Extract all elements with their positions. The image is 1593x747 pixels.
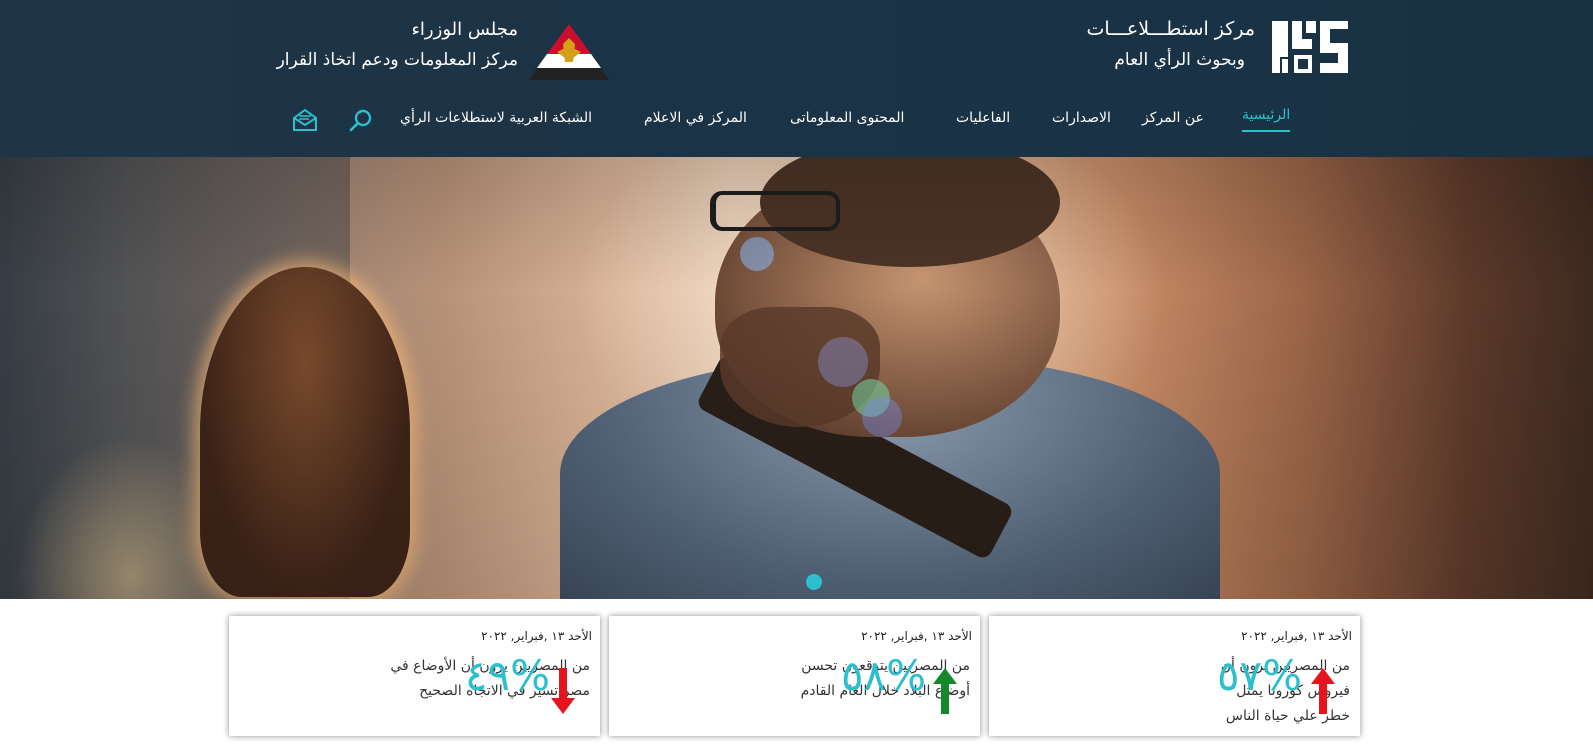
card-percent: ٥٧% bbox=[1217, 651, 1303, 700]
nav-item-info-content[interactable]: المحتوى المعلوماتى bbox=[790, 110, 904, 126]
poll-center-title: مركز استطـــلاعـــات bbox=[1086, 18, 1256, 40]
main-nav: الرئيسية عن المركز الاصدارات الفاعليات ا… bbox=[290, 104, 1300, 134]
idsc-title: مركز المعلومات ودعم اتخاذ القرار bbox=[276, 50, 518, 70]
card-percent: ٤٩% bbox=[465, 651, 551, 700]
nav-item-publications[interactable]: الاصدارات bbox=[1052, 110, 1111, 126]
nav-item-home[interactable]: الرئيسية bbox=[1242, 107, 1291, 132]
stat-card[interactable]: الأحد ١٣ ,فبراير, ٢٠٢٢ من المصريين يتوقع… bbox=[609, 616, 980, 736]
site-header: مركز استطـــلاعـــات وبحوث الرأي العام م… bbox=[0, 0, 1593, 157]
card-date: الأحد ١٣ ,فبراير, ٢٠٢٢ bbox=[481, 629, 592, 643]
arrow-up-icon bbox=[1311, 668, 1335, 714]
hero-banner-image bbox=[0, 157, 1593, 599]
mail-open-icon[interactable] bbox=[292, 108, 318, 132]
nav-item-media[interactable]: المركز في الاعلام bbox=[644, 110, 747, 126]
poll-center-subtitle: وبحوث الرأي العام bbox=[1114, 50, 1245, 70]
hero-shade bbox=[0, 157, 1593, 599]
stat-card[interactable]: الأحد ١٣ ,فبراير, ٢٠٢٢ من المصريين يرون … bbox=[229, 616, 600, 736]
slider-dot-active[interactable] bbox=[806, 574, 822, 590]
search-icon[interactable] bbox=[348, 108, 374, 132]
poll-center-logo-icon[interactable] bbox=[1268, 19, 1350, 75]
nav-item-about[interactable]: عن المركز bbox=[1142, 110, 1204, 126]
card-percent: ٥٨% bbox=[841, 651, 927, 700]
nav-item-events[interactable]: الفاعليات bbox=[956, 110, 1010, 126]
arrow-up-icon bbox=[933, 668, 957, 714]
card-date: الأحد ١٣ ,فبراير, ٢٠٢٢ bbox=[1241, 629, 1352, 643]
egypt-cabinet-logo-icon[interactable] bbox=[527, 22, 611, 82]
cabinet-title: مجلس الوزراء bbox=[411, 19, 518, 40]
stat-card[interactable]: الأحد ١٣ ,فبراير, ٢٠٢٢ من المصريين يرون … bbox=[989, 616, 1360, 736]
nav-item-arab-network[interactable]: الشبكة العربية لاستطلاعات الرأي bbox=[400, 110, 592, 126]
page: مركز استطـــلاعـــات وبحوث الرأي العام م… bbox=[0, 0, 1593, 747]
card-date: الأحد ١٣ ,فبراير, ٢٠٢٢ bbox=[861, 629, 972, 643]
arrow-down-icon bbox=[551, 668, 575, 714]
